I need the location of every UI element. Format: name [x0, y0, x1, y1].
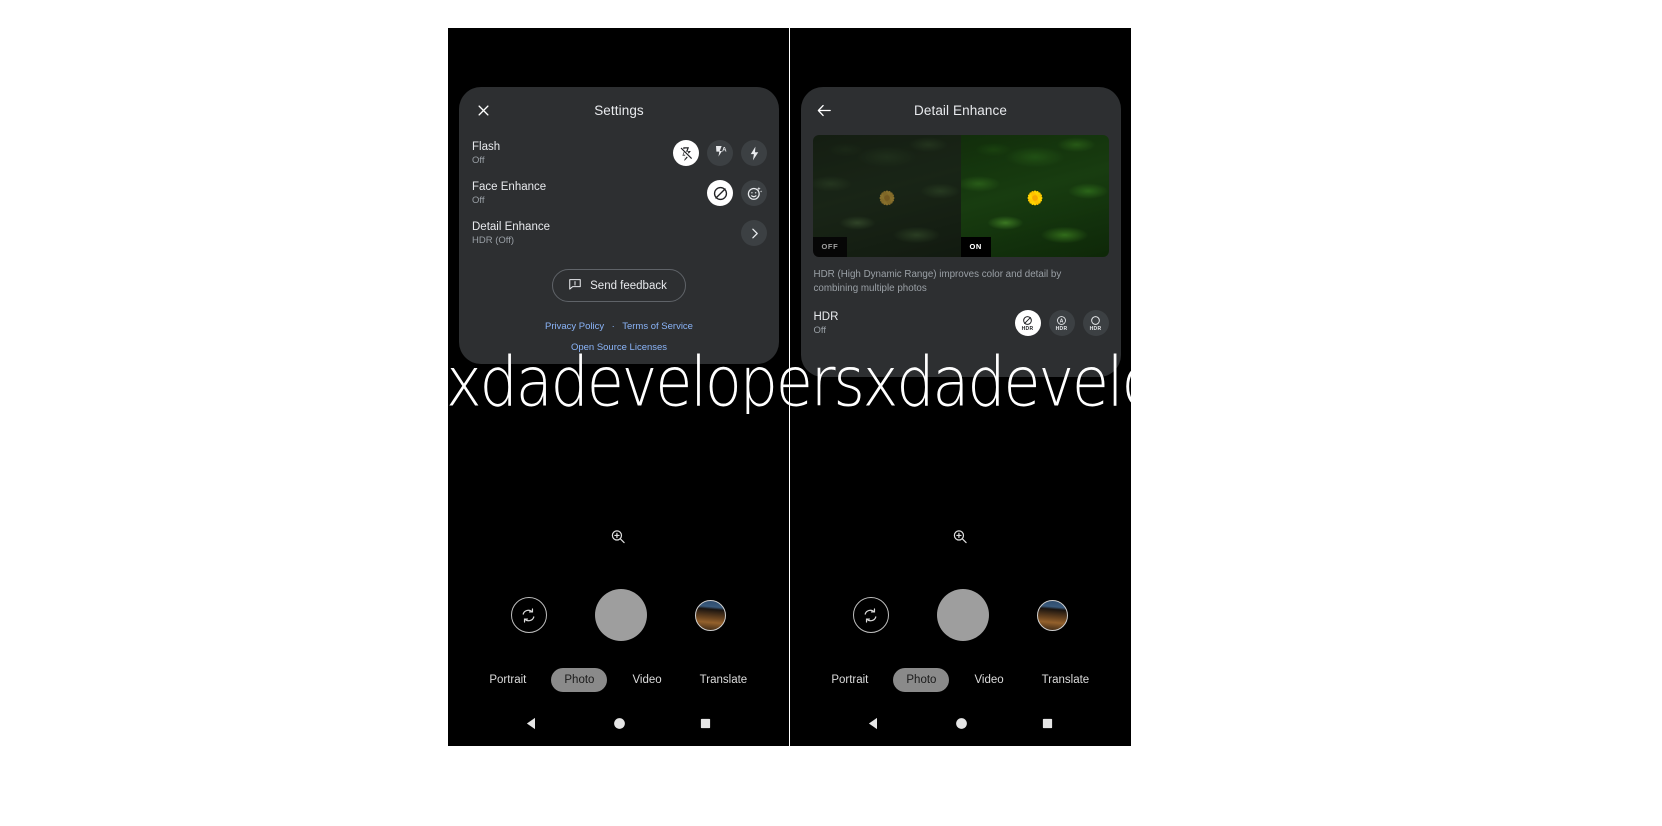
hdr-off-icon[interactable]: HDR: [1014, 310, 1041, 336]
preview-off-half: OFF: [812, 135, 961, 257]
mode-tab-translate[interactable]: Translate: [687, 668, 761, 692]
hdr-description: HDR (High Dynamic Range) improves color …: [813, 269, 1062, 294]
page-title: Detail Enhance: [914, 102, 1007, 118]
camera-flip-icon[interactable]: [510, 597, 547, 633]
hdr-auto-icon[interactable]: A HDR: [1048, 310, 1075, 336]
mode-tab-video[interactable]: Video: [961, 668, 1016, 692]
back-triangle-icon[interactable]: [867, 716, 882, 731]
svg-text:A: A: [722, 146, 727, 153]
screenshot-canvas: Settings Flash Off A Face Enhance Off De…: [0, 0, 1662, 826]
flower-shape: [879, 190, 894, 206]
mode-tab-translate[interactable]: Translate: [1029, 668, 1103, 692]
android-navigation-bar: [790, 700, 1132, 746]
setting-label: Flash: [472, 140, 501, 153]
send-feedback-label: Send feedback: [590, 279, 667, 292]
mode-tab-portrait[interactable]: Portrait: [818, 668, 881, 692]
setting-value: Off: [472, 154, 485, 166]
camera-controls-row: [790, 585, 1132, 645]
detail-enhance-sheet: Detail Enhance OFF ON HDR (High Dynamic …: [800, 87, 1121, 377]
link-separator: ·: [611, 321, 615, 332]
settings-header: Settings: [459, 87, 779, 133]
setting-row-hdr[interactable]: HDR Off HDR A HDR HDR: [801, 303, 1121, 343]
privacy-policy-link[interactable]: Privacy Policy: [545, 321, 604, 332]
preview-on-label: ON: [960, 237, 991, 257]
hdr-options: HDR A HDR HDR: [1014, 310, 1109, 336]
flash-off-icon[interactable]: [673, 140, 699, 166]
back-arrow-icon[interactable]: [814, 99, 836, 121]
mode-tab-photo[interactable]: Photo: [551, 668, 608, 692]
left-phone-screen: Settings Flash Off A Face Enhance Off De…: [448, 28, 790, 746]
camera-mode-tabs: Portrait Photo Video Translate: [448, 668, 789, 692]
preview-on-half: ON: [960, 135, 1109, 257]
setting-row-face-enhance[interactable]: Face Enhance Off: [459, 173, 779, 213]
hdr-auto-caption: HDR: [1055, 325, 1068, 332]
hdr-off-caption: HDR: [1021, 325, 1034, 332]
gallery-thumbnail[interactable]: [1036, 599, 1068, 631]
shutter-button[interactable]: [594, 589, 647, 641]
face-enhance-on-icon[interactable]: [741, 180, 767, 206]
close-icon[interactable]: [472, 99, 494, 121]
setting-value: Off: [472, 194, 485, 206]
zoom-icon[interactable]: [952, 528, 969, 550]
hdr-on-caption: HDR: [1089, 325, 1102, 332]
hdr-off-glyph: [1022, 315, 1033, 326]
settings-sheet: Settings Flash Off A Face Enhance Off De…: [459, 87, 779, 364]
hdr-on-glyph: [1090, 315, 1101, 326]
feedback-icon: [568, 277, 582, 294]
row-texts: Face Enhance Off: [472, 180, 546, 207]
page-title: Settings: [594, 102, 644, 118]
mode-tab-video[interactable]: Video: [619, 668, 674, 692]
recents-square-icon[interactable]: [699, 717, 712, 730]
setting-value: Off: [813, 324, 827, 336]
chevron-right-icon[interactable]: [741, 220, 767, 246]
setting-value: HDR (Off): [472, 234, 515, 246]
row-texts: Flash Off: [472, 140, 500, 167]
camera-mode-tabs: Portrait Photo Video Translate: [790, 668, 1132, 692]
recents-square-icon[interactable]: [1041, 717, 1054, 730]
phone-screenshots-pair: Settings Flash Off A Face Enhance Off De…: [448, 28, 1131, 746]
row-texts: Detail Enhance HDR (Off): [472, 220, 550, 247]
android-navigation-bar: [448, 700, 789, 746]
flash-auto-icon[interactable]: A: [707, 140, 733, 166]
flash-options: A: [673, 140, 767, 166]
hdr-auto-glyph: A: [1056, 315, 1067, 326]
setting-label: Face Enhance: [472, 180, 547, 193]
shutter-button[interactable]: [936, 589, 989, 641]
hdr-comparison-preview: OFF ON: [812, 135, 1109, 257]
back-triangle-icon[interactable]: [525, 716, 540, 731]
feedback-wrap: Send feedback: [459, 269, 779, 302]
setting-label: HDR: [813, 310, 839, 323]
open-source-licenses-link[interactable]: Open Source Licenses: [571, 342, 667, 353]
terms-of-service-link[interactable]: Terms of Service: [622, 321, 693, 332]
face-enhance-off-icon[interactable]: [707, 180, 733, 206]
hdr-on-icon[interactable]: HDR: [1082, 310, 1109, 336]
camera-flip-icon[interactable]: [852, 597, 889, 633]
setting-label: Detail Enhance: [472, 220, 550, 233]
detail-enhance-header: Detail Enhance: [801, 87, 1121, 133]
home-circle-icon[interactable]: [612, 716, 627, 731]
setting-row-flash[interactable]: Flash Off A: [459, 133, 779, 173]
gallery-thumbnail[interactable]: [694, 599, 726, 631]
setting-row-detail-enhance[interactable]: Detail Enhance HDR (Off): [459, 213, 779, 253]
zoom-icon[interactable]: [610, 528, 627, 550]
mode-tab-portrait[interactable]: Portrait: [476, 668, 539, 692]
home-circle-icon[interactable]: [954, 716, 969, 731]
right-phone-screen: Detail Enhance OFF ON HDR (High Dynamic …: [789, 28, 1132, 746]
preview-off-label: OFF: [812, 237, 848, 257]
flash-on-icon[interactable]: [741, 140, 767, 166]
mode-tab-photo[interactable]: Photo: [893, 668, 950, 692]
camera-controls-row: [448, 585, 789, 645]
flower-shape: [1027, 190, 1042, 206]
send-feedback-button[interactable]: Send feedback: [552, 269, 686, 302]
row-texts: HDR Off: [814, 310, 839, 337]
face-enhance-options: [707, 180, 767, 206]
legal-links: Privacy Policy · Terms of Service Open S…: [459, 315, 779, 357]
svg-text:A: A: [1060, 318, 1064, 324]
detail-enhance-options: [741, 220, 767, 246]
